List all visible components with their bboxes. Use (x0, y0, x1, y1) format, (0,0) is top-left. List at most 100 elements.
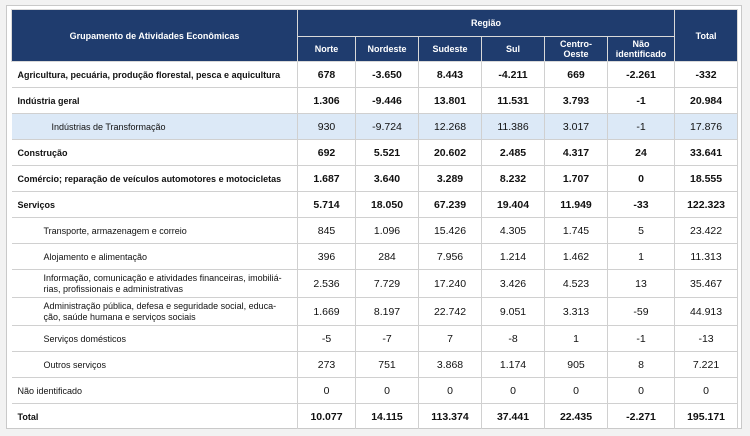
row-value-cell: 37.441 (481, 403, 545, 429)
row-value-cell: 930 (297, 113, 356, 140)
row-value-cell: 14.115 (355, 403, 419, 429)
row-value-cell: 1 (544, 325, 608, 352)
row-total-cell: 23.422 (674, 217, 739, 244)
row-value-cell: 20.602 (418, 139, 482, 166)
table-row: Total 10.077 14.115 113.374 37.441 22.435 -2.2… (11, 403, 739, 429)
table-row: Alojamento e alimentação 396 284 7.956 1.214… (11, 243, 739, 270)
row-value-cell: 12.268 (418, 113, 482, 140)
header-col-sudeste: Sudeste (418, 36, 482, 62)
header-col-norte: Norte (297, 36, 356, 62)
row-total-cell: 20.984 (674, 87, 739, 114)
row-value-cell: 1.306 (297, 87, 356, 114)
row-total-cell: -332 (674, 61, 739, 88)
table-row: Outros serviços 273 751 3.868 1.174 905 8 7.221 (11, 351, 739, 378)
row-value-cell: 2.536 (297, 269, 356, 298)
row-value-cell: 3.289 (418, 165, 482, 192)
row-value-cell: 10.077 (297, 403, 356, 429)
row-value-cell: 284 (355, 243, 419, 270)
row-total-cell: 17.876 (674, 113, 739, 140)
header-region: Região (296, 9, 676, 37)
header-col-sul: Sul (481, 36, 545, 62)
row-total-cell: 7.221 (674, 351, 739, 378)
row-value-cell: -7 (355, 325, 419, 352)
row-value-cell: 0 (607, 165, 676, 192)
table-row: Serviços domésticos -5 -7 7 -8 1 -1 -13 (11, 325, 739, 352)
row-value-cell: 692 (297, 139, 356, 166)
row-label: Transporte, armazenagem e correio (11, 217, 298, 244)
row-value-cell: 4.317 (544, 139, 608, 166)
row-value-cell: 9.051 (481, 297, 545, 326)
row-value-cell: 1.214 (481, 243, 545, 270)
row-value-cell: 0 (297, 377, 356, 404)
table-frame: Grupamento de Atividades Econômicas Regi… (6, 5, 742, 429)
row-value-cell: -1 (607, 325, 676, 352)
row-value-cell: -2.271 (607, 403, 676, 429)
row-value-cell: -5 (297, 325, 356, 352)
row-label: Outros serviços (11, 351, 298, 378)
row-value-cell: -59 (607, 297, 676, 326)
row-value-cell: 5.521 (355, 139, 419, 166)
row-label: Informação, comunicação e atividades fin… (11, 269, 298, 298)
row-value-cell: 845 (297, 217, 356, 244)
row-value-cell: 751 (355, 351, 419, 378)
row-value-cell: 19.404 (481, 191, 545, 218)
row-value-cell: 0 (355, 377, 419, 404)
row-value-cell: 4.305 (481, 217, 545, 244)
row-value-cell: 0 (418, 377, 482, 404)
table-row: Construção 692 5.521 20.602 2.485 4.317 24 33.6… (11, 139, 739, 166)
row-value-cell: 3.017 (544, 113, 608, 140)
row-value-cell: 7.729 (355, 269, 419, 298)
table-row: Informação, comunicação e atividades fin… (11, 269, 739, 298)
row-value-cell: 2.485 (481, 139, 545, 166)
table-row: Indústria geral 1.306 -9.446 13.801 11.531 3.… (11, 87, 739, 114)
row-value-cell: 22.742 (418, 297, 482, 326)
row-value-cell: 8.232 (481, 165, 545, 192)
row-value-cell: 273 (297, 351, 356, 378)
row-label: Total (11, 403, 298, 429)
row-value-cell: -3.650 (355, 61, 419, 88)
row-value-cell: 669 (544, 61, 608, 88)
row-value-cell: 11.531 (481, 87, 545, 114)
row-value-cell: 905 (544, 351, 608, 378)
row-total-cell: 0 (674, 377, 739, 404)
row-value-cell: 7 (418, 325, 482, 352)
row-value-cell: 0 (544, 377, 608, 404)
row-value-cell: -1 (607, 87, 676, 114)
row-value-cell: 11.949 (544, 191, 608, 218)
row-value-cell: 1.096 (355, 217, 419, 244)
row-value-cell: -1 (607, 113, 676, 140)
row-value-cell: 8.197 (355, 297, 419, 326)
row-value-cell: 11.386 (481, 113, 545, 140)
row-value-cell: 1.745 (544, 217, 608, 244)
row-value-cell: 13.801 (418, 87, 482, 114)
table-row: Indústrias de Transformação 930 -9.724 12.2… (11, 113, 739, 140)
row-label: Alojamento e alimentação (11, 243, 298, 270)
row-value-cell: 0 (481, 377, 545, 404)
row-label: Serviços (11, 191, 298, 218)
row-label: Agricultura, pecuária, produção floresta… (11, 61, 298, 88)
row-value-cell: 13 (607, 269, 676, 298)
row-value-cell: 3.426 (481, 269, 545, 298)
row-value-cell: 396 (297, 243, 356, 270)
header-col-centro-oeste: Centro- Oeste (544, 36, 608, 62)
header-col-nao-identificado: Não identificado (606, 36, 676, 62)
row-value-cell: 1.707 (544, 165, 608, 192)
row-value-cell: 1 (607, 243, 676, 270)
row-label: Serviços domésticos (11, 325, 298, 352)
row-value-cell: 18.050 (355, 191, 419, 218)
row-label: Indústria geral (11, 87, 298, 114)
row-value-cell: 3.868 (418, 351, 482, 378)
table-row: Administração pública, defesa e segurida… (11, 297, 739, 326)
row-value-cell: 15.426 (418, 217, 482, 244)
table-body: Agricultura, pecuária, produção floresta… (11, 61, 739, 429)
table-row: Não identificado 0 0 0 0 0 0 0 (11, 377, 739, 404)
row-value-cell: 8.443 (418, 61, 482, 88)
row-total-cell: 11.313 (674, 243, 739, 270)
row-value-cell: 1.462 (544, 243, 608, 270)
row-label: Não identificado (11, 377, 298, 404)
row-value-cell: 24 (607, 139, 676, 166)
row-value-cell: -9.446 (355, 87, 419, 114)
row-label: Construção (11, 139, 298, 166)
row-label: Comércio; reparação de veículos automoto… (11, 165, 298, 192)
header-total: Total (674, 9, 739, 62)
